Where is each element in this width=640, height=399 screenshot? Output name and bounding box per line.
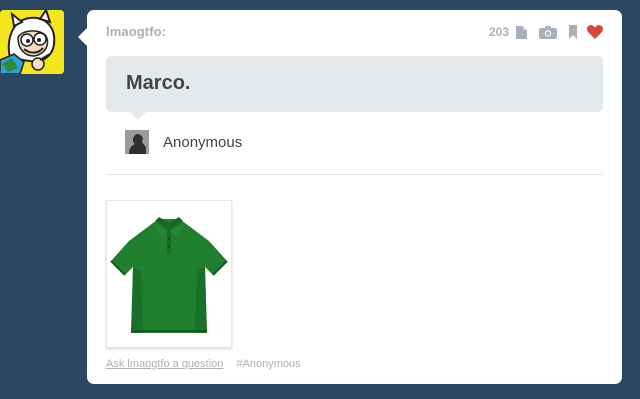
ask-question-link[interactable]: Ask lmaogtfo a question bbox=[106, 358, 223, 370]
post-card-pointer bbox=[78, 28, 87, 46]
post-card: lmaogtfo: 203 Marco. Anonymous Ask lmaog… bbox=[78, 10, 622, 384]
cartoon-face-avatar-icon bbox=[0, 10, 64, 74]
question-bubble-pointer bbox=[130, 112, 146, 120]
post-header: lmaogtfo: 203 bbox=[106, 22, 603, 42]
heart-icon[interactable] bbox=[587, 25, 603, 39]
divider bbox=[106, 174, 603, 175]
question-text: Marco. bbox=[126, 72, 191, 94]
note-count[interactable]: 203 bbox=[489, 25, 509, 39]
asker-info: Anonymous bbox=[125, 130, 242, 154]
asker-name: Anonymous bbox=[163, 133, 243, 151]
blog-username[interactable]: lmaogtfo: bbox=[106, 24, 166, 39]
post-footer: Ask lmaogtfo a question #Anonymous bbox=[106, 358, 301, 370]
question-bubble: Marco. bbox=[106, 56, 603, 120]
answer-photo[interactable] bbox=[106, 200, 232, 348]
tag-anonymous[interactable]: #Anonymous bbox=[236, 358, 300, 370]
camera-icon[interactable] bbox=[539, 25, 557, 39]
post-controls: 203 bbox=[489, 22, 603, 42]
blog-avatar[interactable] bbox=[0, 10, 64, 74]
bookmark-icon[interactable] bbox=[569, 25, 577, 39]
anonymous-silhouette-icon bbox=[125, 130, 149, 154]
text-post-icon[interactable] bbox=[516, 25, 527, 39]
green-polo-shirt-image bbox=[107, 201, 231, 347]
